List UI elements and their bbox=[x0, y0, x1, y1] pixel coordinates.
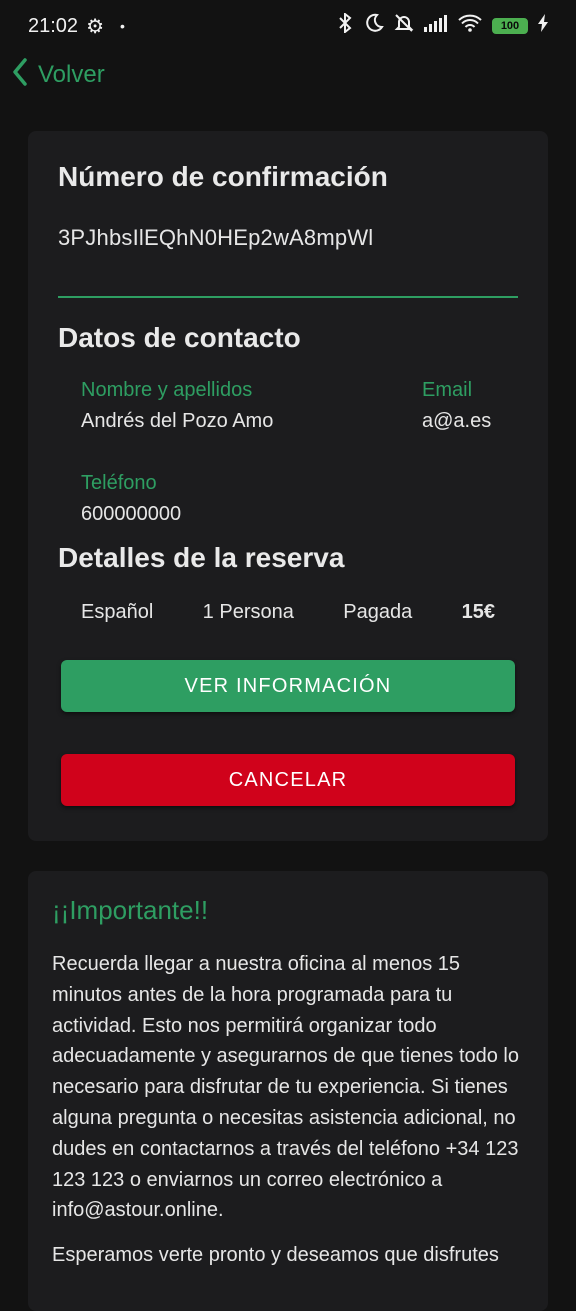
booking-details-title: Detalles de la reserva bbox=[58, 542, 345, 573]
confirmation-title: Número de confirmación bbox=[58, 161, 388, 192]
moon-icon bbox=[364, 13, 384, 39]
settings-icon: ⚙ bbox=[86, 15, 104, 38]
language-value: Español bbox=[81, 601, 154, 623]
status-bar: 21:02 ⚙ • 100 bbox=[0, 0, 576, 52]
important-card: ¡¡Importante!! Recuerda llegar a nuestra… bbox=[28, 871, 548, 1311]
phone-value: 600000000 bbox=[81, 503, 182, 525]
bluetooth-icon bbox=[336, 11, 354, 39]
name-label: Nombre y apellidos bbox=[81, 379, 253, 401]
chevron-left-icon bbox=[12, 57, 28, 93]
divider bbox=[58, 296, 518, 298]
important-text: Recuerda llegar a nuestra oficina al men… bbox=[52, 953, 520, 1222]
important-text-continued: Esperamos verte pronto y deseamos que di… bbox=[52, 1244, 499, 1266]
name-value: Andrés del Pozo Amo bbox=[81, 410, 274, 432]
email-value: a@a.es bbox=[422, 410, 492, 432]
phone-label: Teléfono bbox=[81, 472, 157, 494]
email-label: Email bbox=[422, 379, 473, 401]
people-value: 1 Persona bbox=[202, 601, 294, 623]
booking-card: Número de confirmación 3PJhbsIlEQhN0HEp2… bbox=[28, 131, 548, 841]
notification-dot-icon: • bbox=[120, 18, 125, 34]
booking-details-row: Español 1 Persona Pagada 15€ bbox=[58, 601, 518, 624]
charging-icon bbox=[538, 14, 548, 38]
contact-title: Datos de contacto bbox=[58, 322, 301, 353]
battery-icon: 100 bbox=[492, 18, 528, 34]
payment-status: Pagada bbox=[343, 601, 413, 623]
price-value: 15€ bbox=[461, 601, 495, 623]
bell-off-icon bbox=[394, 13, 414, 39]
important-title: ¡¡Importante!! bbox=[52, 895, 209, 925]
wifi-icon bbox=[458, 14, 482, 38]
signal-icon bbox=[424, 14, 448, 38]
back-button[interactable]: Volver bbox=[12, 56, 105, 94]
cancel-button[interactable]: CANCELAR bbox=[61, 754, 515, 806]
view-info-button[interactable]: VER INFORMACIÓN bbox=[61, 660, 515, 712]
back-label: Volver bbox=[38, 61, 105, 88]
status-time: 21:02 bbox=[28, 14, 79, 37]
confirmation-code: 3PJhbsIlEQhN0HEp2wA8mpWl bbox=[58, 225, 374, 250]
